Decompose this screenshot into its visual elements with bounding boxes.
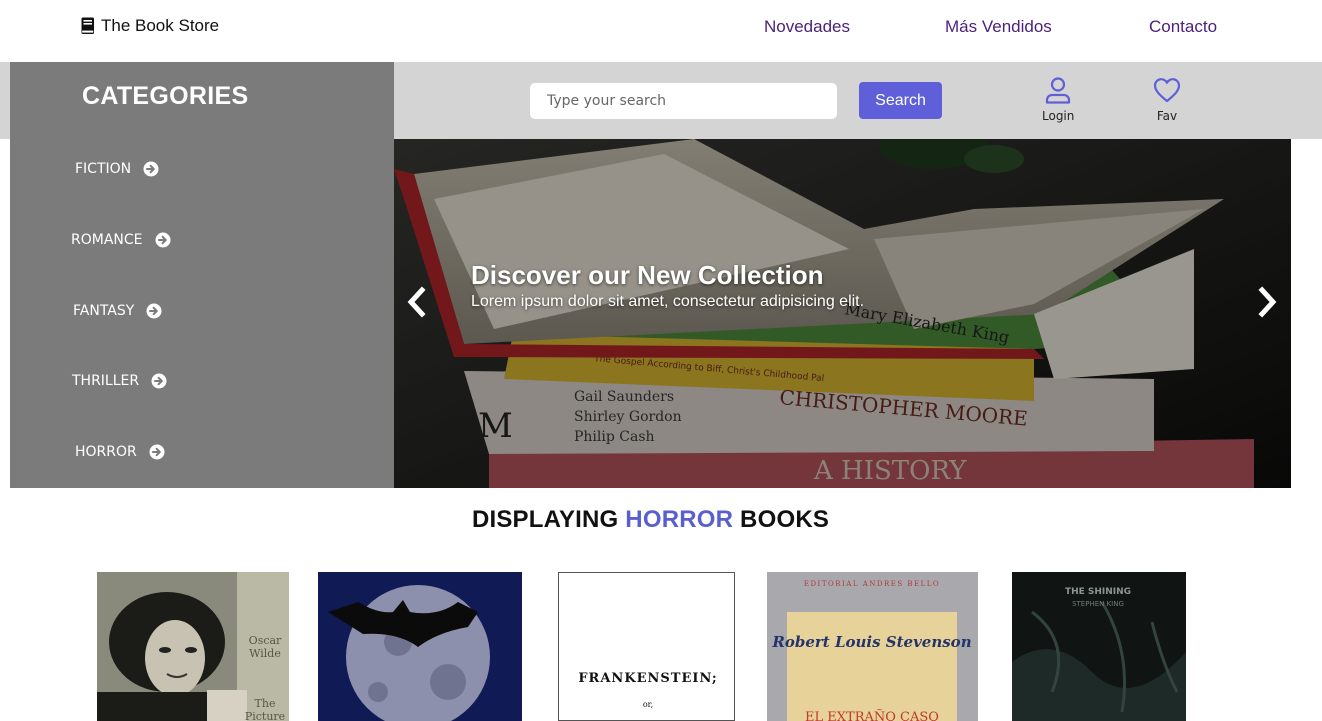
user-icon xyxy=(1046,77,1071,104)
book-cover-image: THE SHINING STEPHEN KING xyxy=(1012,572,1186,721)
book-card[interactable]: EDITORIAL ANDRES BELLO Robert Louis Stev… xyxy=(767,572,978,721)
book-cover-image xyxy=(318,572,522,721)
cover-text: Wilde xyxy=(249,647,281,660)
cover-text: EDITORIAL ANDRES BELLO xyxy=(804,580,940,588)
favorites-label: Fav xyxy=(1156,109,1178,123)
category-label: THRILLER xyxy=(72,373,140,389)
hero-subtitle: Lorem ipsum dolor sit amet, consectetur … xyxy=(471,293,865,310)
category-label: FICTION xyxy=(75,161,132,177)
hero-title: Discover our New Collection xyxy=(471,260,824,290)
book-card[interactable]: Oscar Wilde The Picture xyxy=(97,572,289,721)
listing-category: HORROR xyxy=(625,506,734,533)
book-cover-image: FRANKENSTEIN; or, xyxy=(558,572,735,721)
cover-text: EL EXTRAÑO CASO xyxy=(805,709,939,721)
book-card[interactable] xyxy=(318,572,522,721)
arrow-circle-right-icon xyxy=(155,232,170,248)
category-item-fiction[interactable]: FICTION xyxy=(75,161,159,177)
category-item-fantasy[interactable]: FANTASY xyxy=(73,303,162,319)
categories-title: CATEGORIES xyxy=(82,82,249,110)
login-label: Login xyxy=(1042,109,1075,123)
cover-text: FRANKENSTEIN; xyxy=(578,671,717,686)
arrow-circle-right-icon xyxy=(146,303,162,319)
heart-icon xyxy=(1153,78,1181,103)
hero-carousel: A HISTORY M Gail Saunders Shirley Gordon… xyxy=(394,139,1291,488)
listing-suffix: BOOKS xyxy=(740,506,830,533)
top-navbar: The Book Store Novedades Más Vendidos Co… xyxy=(0,0,1322,62)
category-item-romance[interactable]: ROMANCE xyxy=(71,232,171,248)
login-button[interactable]: Login xyxy=(1042,76,1074,123)
chevron-left-icon[interactable] xyxy=(402,285,430,319)
category-label: HORROR xyxy=(75,444,137,460)
book-icon xyxy=(81,17,94,34)
brand-name: The Book Store xyxy=(101,16,220,35)
categories-sidebar: CATEGORIES FICTION ROMANCE FANTASY THRIL… xyxy=(10,62,394,488)
arrow-circle-right-icon xyxy=(149,444,165,460)
book-cover-image: Oscar Wilde The Picture xyxy=(97,572,289,721)
book-card[interactable]: THE SHINING STEPHEN KING xyxy=(1012,572,1186,721)
listing-prefix: DISPLAYING xyxy=(471,506,619,533)
search-button[interactable]: Search xyxy=(859,82,942,119)
nav-link-contacto[interactable]: Contacto xyxy=(1149,17,1217,37)
nav-link-novedades[interactable]: Novedades xyxy=(764,17,850,37)
book-card[interactable]: FRANKENSTEIN; or, xyxy=(558,572,735,721)
favorites-button[interactable]: Fav xyxy=(1153,76,1181,123)
search-input[interactable] xyxy=(530,83,837,119)
category-item-thriller[interactable]: THRILLER xyxy=(72,373,167,389)
cover-text: Robert Louis Stevenson xyxy=(771,633,971,651)
chevron-right-icon[interactable] xyxy=(1254,285,1282,319)
cover-text: Picture xyxy=(245,710,285,721)
cover-text: STEPHEN KING xyxy=(1072,600,1124,608)
hero-image-books: A HISTORY M Gail Saunders Shirley Gordon… xyxy=(394,139,1291,488)
cover-text: Oscar xyxy=(249,634,282,647)
category-item-horror[interactable]: HORROR xyxy=(75,444,165,460)
nav-link-mas-vendidos[interactable]: Más Vendidos xyxy=(945,17,1052,37)
cover-text: The xyxy=(255,697,276,710)
cover-text: THE SHINING xyxy=(1065,587,1131,597)
category-label: FANTASY xyxy=(73,303,135,319)
listing-heading: DISPLAYING HORROR BOOKS xyxy=(0,506,1301,534)
arrow-circle-right-icon xyxy=(151,373,167,389)
cover-text: or, xyxy=(643,700,653,709)
brand-link[interactable]: The Book Store xyxy=(81,16,219,36)
book-cover-image: EDITORIAL ANDRES BELLO Robert Louis Stev… xyxy=(767,572,978,721)
arrow-circle-right-icon xyxy=(143,161,159,177)
category-label: ROMANCE xyxy=(71,232,143,248)
